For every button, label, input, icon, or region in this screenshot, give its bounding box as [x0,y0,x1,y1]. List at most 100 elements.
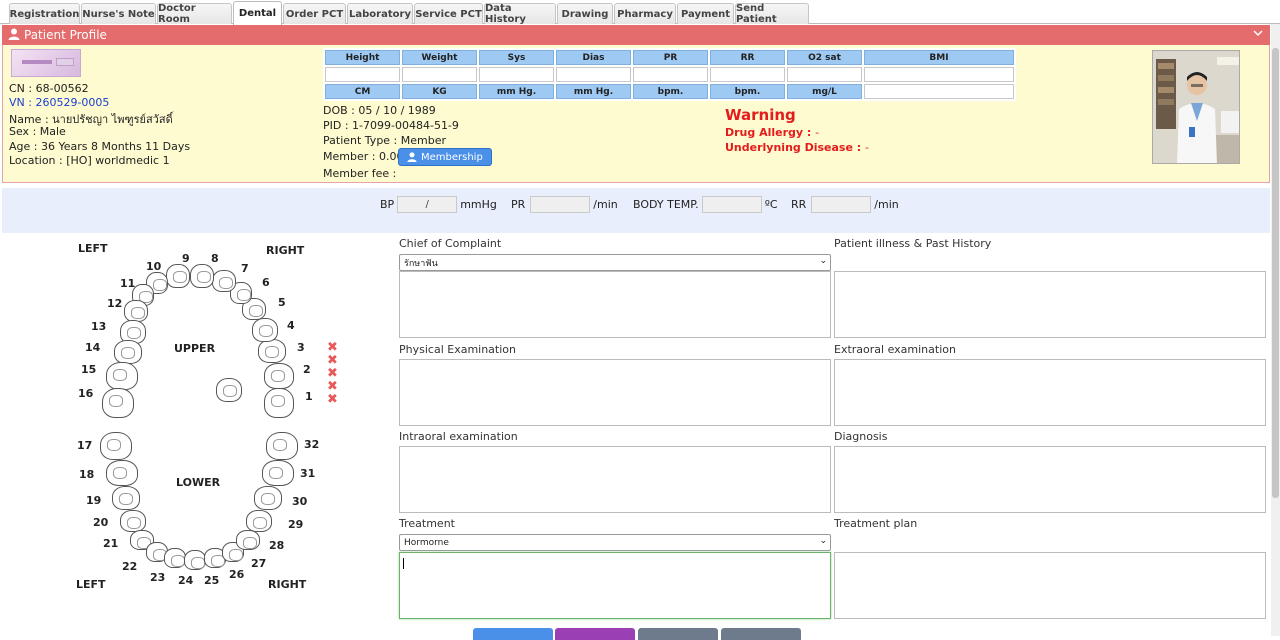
tooth-18[interactable] [106,460,138,486]
drug-allergy-label: Drug Allergy : [725,126,812,139]
tooth-1[interactable] [216,378,242,402]
chevron-down-icon: ⌄ [819,256,827,266]
tab-order-pct[interactable]: Order PCT [283,3,346,24]
tab-bar: Registration Nurse's Note Doctor Room De… [0,0,1280,25]
treatment-select[interactable]: Hormorne ⌄ [399,534,831,551]
action-button-purple[interactable] [555,628,635,640]
body-temp-label: BODY TEMP. [633,198,699,211]
bp-input[interactable]: / [397,196,458,213]
vitals-header: Dias [556,50,631,65]
tab-registration[interactable]: Registration [9,3,80,24]
remove-mark-icon[interactable]: ✖ [327,393,339,406]
tooth-number: 6 [262,276,270,289]
tooth-number: 25 [204,574,220,587]
action-button-blue[interactable] [473,628,553,640]
tooth-7[interactable] [212,270,236,292]
tooth-29[interactable] [254,486,282,510]
tooth-1[interactable] [264,388,294,418]
tooth-9[interactable] [166,264,190,288]
vitals-unit: bpm. [633,84,708,99]
vitals-unit: mm Hg. [556,84,631,99]
tab-nurses-note[interactable]: Nurse's Note [81,3,156,24]
tab-drawing[interactable]: Drawing [557,3,613,24]
bp-separator: / [425,199,429,210]
patient-sex: Sex : Male [9,125,66,138]
tab-dental[interactable]: Dental [233,1,282,25]
tooth-28[interactable] [246,510,272,532]
tab-data-history[interactable]: Data History [484,3,556,25]
tooth-2[interactable] [264,363,294,389]
rr-unit: /min [874,198,899,211]
action-button-gray-2[interactable] [721,628,801,640]
patient-age: Age : 36 Years 8 Months 11 Days [9,140,191,153]
tooth-number: 31 [300,467,316,480]
chief-complaint-textarea[interactable] [399,271,831,338]
tooth-number: 29 [288,518,304,531]
patient-profile-header[interactable]: Patient Profile [2,25,1270,45]
chart-right-bottom: RIGHT [268,578,307,591]
extraoral-exam-textarea[interactable] [834,359,1266,426]
intraoral-exam-textarea[interactable] [399,446,831,513]
tooth-17[interactable] [100,432,132,460]
pr-unit: /min [593,198,618,211]
vitals-cell [864,67,1014,82]
treatment-plan-textarea[interactable] [834,552,1266,619]
tab-doctor-room[interactable]: Doctor Room [157,3,232,25]
membership-button[interactable]: Membership [398,148,492,166]
rr-input[interactable] [811,196,872,213]
vitals-header: PR [633,50,708,65]
tooth-number: 16 [78,387,94,400]
tooth-31[interactable] [266,432,298,460]
tooth-27[interactable] [236,530,260,550]
scrollbar-thumb[interactable] [1272,48,1279,498]
tooth-23[interactable] [164,548,186,568]
tooth-8[interactable] [190,264,214,288]
vital-signs-row: BP / mmHg PR /min BODY TEMP. ºC RR /min [2,188,1270,233]
tooth-3[interactable] [258,339,286,363]
tooth-16[interactable] [102,388,134,418]
tooth-number: 9 [182,252,190,265]
vitals-cell [556,67,631,82]
tab-laboratory[interactable]: Laboratory [347,3,413,24]
tooth-number: 26 [229,568,245,581]
treatment-textarea[interactable] [399,552,831,619]
pr-input[interactable] [530,196,591,213]
tooth-number: 21 [103,537,119,550]
tooth-12[interactable] [124,300,148,322]
tab-send-patient[interactable]: Send Patient [735,3,809,25]
tooth-number: 23 [150,571,166,584]
diagnosis-textarea[interactable] [834,446,1266,513]
body-temp-input[interactable] [701,196,762,213]
tooth-15[interactable] [106,362,138,390]
tab-payment[interactable]: Payment [677,3,734,24]
user-icon [407,152,417,162]
patient-location: Location : [HO] worldmedic 1 [9,154,170,167]
tooth-14[interactable] [114,340,142,364]
tooth-number: 13 [91,320,107,333]
bp-label: BP [380,198,395,211]
action-button-gray[interactable] [638,628,718,640]
body-temp-unit: ºC [764,198,778,211]
chevron-down-icon[interactable] [1252,27,1264,42]
tooth-24[interactable] [184,550,206,570]
vitals-cell [710,67,785,82]
patient-cn: CN : 68-00562 [9,82,89,95]
membership-button-label: Membership [421,151,483,163]
clinic-logo [11,49,81,77]
tooth-20[interactable] [120,510,146,532]
tooth-19[interactable] [112,486,140,510]
tooth-30[interactable] [262,460,294,486]
tooth-number: 22 [122,560,138,573]
chief-complaint-select[interactable]: รักษาฟัน ⌄ [399,254,831,271]
tab-service-pct[interactable]: Service PCT [414,3,483,24]
tab-pharmacy[interactable]: Pharmacy [614,3,676,24]
illness-history-textarea[interactable] [834,271,1266,338]
page-scrollbar[interactable] [1271,24,1280,636]
physical-exam-textarea[interactable] [399,359,831,426]
tooth-number: 19 [86,494,102,507]
tooth-number: 10 [146,260,162,273]
chief-complaint-value: รักษาฟัน [404,258,438,269]
treatment-value: Hormorne [404,537,449,548]
tooth-number: 12 [107,297,123,310]
tooth-4[interactable] [252,318,278,342]
